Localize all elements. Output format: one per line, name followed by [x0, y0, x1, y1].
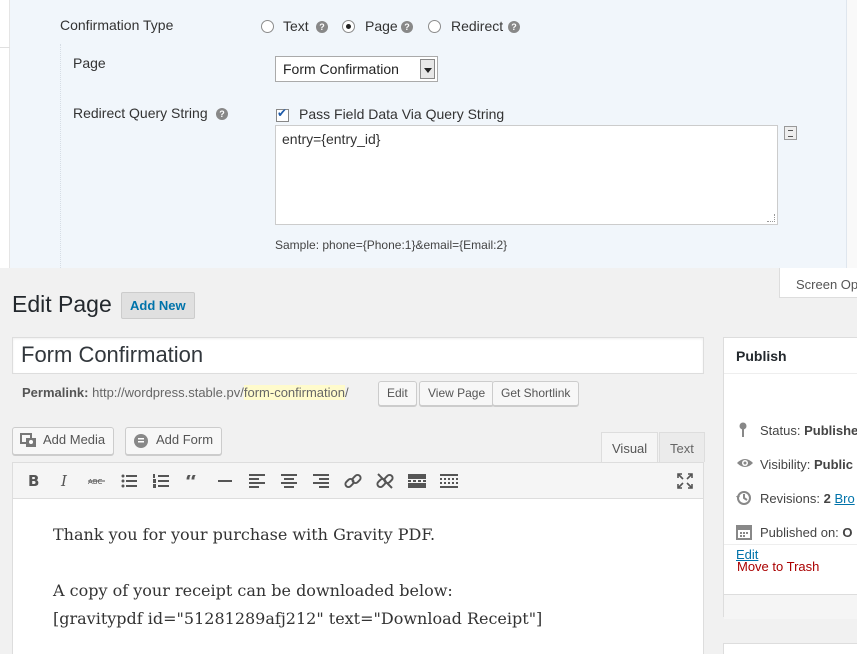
editor-paragraph[interactable]: A copy of your receipt can be downloaded…	[53, 581, 453, 600]
confirmation-settings-panel: Confirmation Type Text ? Page ? Redirect…	[0, 0, 857, 268]
link-icon[interactable]	[341, 470, 365, 492]
permalink-end: /	[345, 385, 349, 400]
next-metabox	[723, 643, 857, 654]
divider	[0, 47, 10, 48]
status-label: Status:	[760, 423, 801, 438]
published-on-label: Published on:	[760, 525, 839, 540]
merge-tag-icon[interactable]	[784, 126, 797, 140]
permalink-label: Permalink:	[22, 385, 89, 400]
fullscreen-icon[interactable]	[673, 470, 697, 492]
radio-redirect[interactable]	[428, 20, 441, 33]
query-sample-text: Sample: phone={Phone:1}&email={Email:2}	[275, 238, 508, 252]
post-title-input[interactable]: Form Confirmation	[12, 337, 704, 374]
help-icon[interactable]: ?	[316, 21, 328, 33]
toolbar-toggle-icon[interactable]	[437, 470, 461, 492]
visibility-value: Public	[813, 457, 853, 472]
eye-icon	[737, 459, 753, 467]
gravity-forms-icon	[134, 434, 148, 448]
publish-heading[interactable]: Publish	[724, 338, 857, 374]
calendar-icon	[736, 525, 752, 540]
redirect-query-label: Redirect Query String	[73, 105, 208, 121]
add-new-button[interactable]: Add New	[121, 292, 195, 319]
align-center-icon[interactable]	[277, 470, 301, 492]
editor-toolbar: B I ABC “	[12, 462, 704, 499]
visibility-label: Visibility:	[760, 457, 811, 472]
move-to-trash-link[interactable]: Move to Trash	[737, 559, 819, 574]
permalink-base[interactable]: http://wordpress.stable.pv/	[92, 385, 244, 400]
strikethrough-icon[interactable]: ABC	[85, 470, 109, 492]
numbered-list-icon[interactable]	[149, 470, 173, 492]
view-page-button[interactable]: View Page	[419, 381, 495, 406]
editor-shortcode[interactable]: [gravitypdf id="51281289afj212" text="Do…	[53, 609, 542, 628]
revisions-label: Revisions:	[760, 491, 820, 506]
svg-text:“: “	[185, 475, 198, 487]
blockquote-icon[interactable]: “	[181, 470, 205, 492]
add-form-button[interactable]: Add Form	[125, 427, 223, 455]
radio-text[interactable]	[261, 20, 274, 33]
add-media-icon	[20, 433, 36, 447]
add-form-label: Add Form	[156, 432, 214, 447]
get-shortlink-button[interactable]: Get Shortlink	[492, 381, 580, 406]
align-right-icon[interactable]	[309, 470, 333, 492]
tab-text[interactable]: Text	[659, 432, 705, 462]
radio-page[interactable]	[342, 20, 355, 33]
divider	[724, 544, 857, 545]
resize-handle-icon[interactable]	[767, 214, 775, 222]
horizontal-rule-icon[interactable]	[213, 470, 237, 492]
radio-redirect-label[interactable]: Redirect	[451, 18, 503, 34]
edit-page-screen: Screen Op Edit Page Add New Form Confirm…	[0, 268, 857, 654]
chevron-down-icon[interactable]	[420, 59, 435, 79]
query-string-value: entry={entry_id}	[282, 131, 381, 147]
publish-actions-bar	[724, 594, 857, 619]
permalink-slug[interactable]: form-confirmation	[243, 385, 345, 400]
revisions-value: 2	[823, 491, 831, 506]
screen-options-button[interactable]: Screen Op	[779, 268, 857, 298]
pass-field-label[interactable]: Pass Field Data Via Query String	[299, 106, 504, 122]
help-icon[interactable]: ?	[216, 108, 228, 120]
pin-icon	[739, 422, 747, 437]
page-select[interactable]: Form Confirmation	[275, 56, 438, 82]
bold-icon[interactable]: B	[21, 470, 45, 492]
radio-page-label[interactable]: Page	[365, 18, 398, 34]
add-media-button[interactable]: Add Media	[12, 427, 115, 455]
help-icon[interactable]: ?	[401, 21, 413, 33]
confirmation-type-label: Confirmation Type	[60, 17, 174, 33]
page-label: Page	[73, 55, 106, 71]
checkmark-icon: ✔	[277, 106, 288, 120]
radio-text-label[interactable]: Text	[283, 18, 309, 34]
pass-field-checkbox[interactable]: ✔	[276, 106, 289, 122]
add-media-label: Add Media	[43, 432, 106, 447]
tab-visual[interactable]: Visual	[601, 432, 659, 462]
svg-text:B: B	[28, 473, 39, 489]
align-left-icon[interactable]	[245, 470, 269, 492]
unlink-icon[interactable]	[373, 470, 397, 492]
query-string-textarea[interactable]: entry={entry_id}	[275, 125, 778, 225]
edit-permalink-button[interactable]: Edit	[378, 381, 417, 406]
indent-guide	[60, 44, 61, 268]
italic-icon[interactable]: I	[53, 470, 77, 492]
browse-revisions-link[interactable]: Bro	[834, 491, 854, 506]
publish-box: Publish Status: Publishe Visibility: Pub…	[723, 337, 857, 619]
svg-text:ABC: ABC	[88, 478, 102, 486]
editor-paragraph[interactable]: Thank you for your purchase with Gravity…	[53, 525, 435, 544]
published-on-value: O	[842, 525, 853, 540]
page-title: Edit Page	[12, 291, 112, 317]
left-strip	[0, 0, 10, 268]
editor-content-area[interactable]: Thank you for your purchase with Gravity…	[12, 499, 704, 654]
page-select-value: Form Confirmation	[283, 61, 399, 77]
help-icon[interactable]: ?	[508, 21, 520, 33]
permalink: Permalink: http://wordpress.stable.pv/fo…	[22, 385, 349, 400]
bullet-list-icon[interactable]	[117, 470, 141, 492]
revisions-icon	[736, 491, 751, 505]
status-value: Publishe	[804, 423, 857, 438]
svg-text:I: I	[60, 473, 68, 489]
read-more-icon[interactable]	[405, 470, 429, 492]
